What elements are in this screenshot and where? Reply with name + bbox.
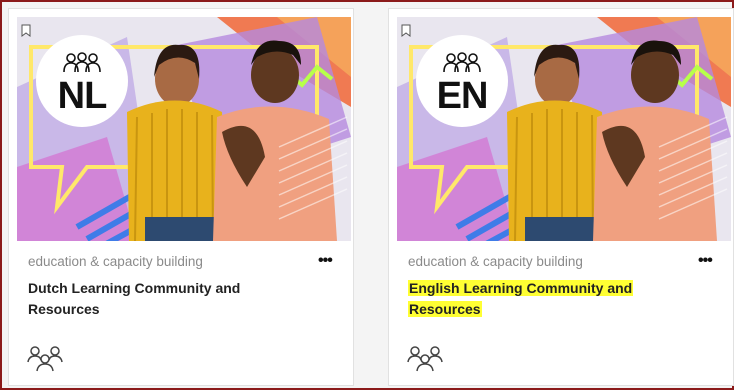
more-options-icon[interactable]: ••• — [318, 253, 336, 269]
language-badge: EN — [416, 35, 508, 127]
community-icon — [27, 346, 63, 372]
card-title[interactable]: Dutch Learning Community and Resources — [28, 278, 288, 320]
community-card-en[interactable]: EN education & capacity building ••• Eng… — [388, 8, 734, 386]
people-icon — [443, 52, 481, 73]
more-options-icon[interactable]: ••• — [698, 253, 716, 269]
people-icon — [63, 52, 101, 73]
bookmark-icon[interactable] — [401, 24, 411, 37]
card-category: education & capacity building — [28, 254, 203, 269]
card-title-text[interactable]: English Learning Community and Resources — [408, 280, 634, 317]
card-title-text[interactable]: Dutch Learning Community and Resources — [28, 280, 240, 317]
bookmark-icon[interactable] — [21, 24, 31, 37]
community-icon — [407, 346, 443, 372]
card-category: education & capacity building — [408, 254, 583, 269]
language-code: NL — [57, 75, 108, 117]
community-card-nl[interactable]: NL education & capacity building ••• Dut… — [8, 8, 354, 386]
language-badge: NL — [36, 35, 128, 127]
card-title[interactable]: English Learning Community and Resources — [408, 278, 668, 320]
language-code: EN — [436, 75, 489, 117]
